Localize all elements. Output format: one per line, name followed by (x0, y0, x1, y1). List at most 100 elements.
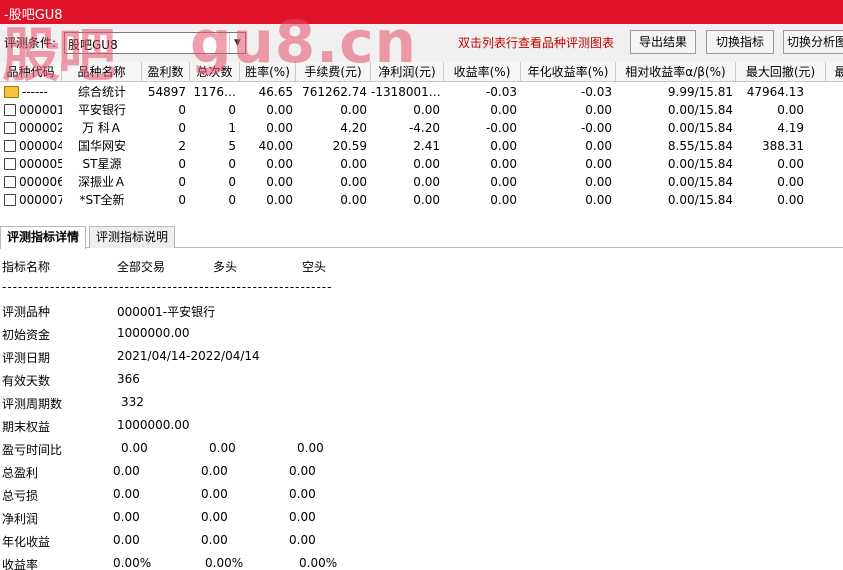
table-cell: 761262.74 (302, 85, 367, 99)
table-cell: 0.00/15.84 (667, 193, 733, 207)
info-value: 2021/04/14-2022/04/14 (117, 349, 260, 363)
stat-label: 收益率 (2, 558, 39, 570)
table-row[interactable]: 000001 平安银行 0 0 0.00 0.00 0.00 0.00 0.00 0.00/15.… (0, 101, 843, 119)
table-cell: 0.00 (585, 175, 612, 189)
table-cell: 0 (178, 175, 186, 189)
table-cell: 0.00 (490, 193, 517, 207)
table-row[interactable]: 000006 深振业Ａ 0 0 0.00 0.00 0.00 0.00 0.00 0.00/15.… (0, 173, 843, 191)
table-cell: -0.03 (485, 85, 517, 99)
table-cell: 0 (228, 103, 236, 117)
table-row[interactable]: 000004 国华网安 2 5 40.00 20.59 2.41 0.00 0.00 8.55/1… (0, 137, 843, 155)
condition-select[interactable]: 股吧GU8 ▼ (64, 32, 246, 54)
stat-value-long: 0.00 (201, 464, 228, 478)
table-cell: 平安银行 (77, 103, 126, 117)
stat-value-short: 0.00 (289, 464, 316, 478)
table-cell: 8.55/15.84 (667, 139, 733, 153)
window-title: -股吧GU8 (4, 8, 63, 23)
info-label: 评测日期 (2, 351, 51, 365)
stat-label: 总亏损 (2, 489, 39, 503)
code-text: 000004 (19, 139, 62, 153)
column-header[interactable]: 净利润(元) (371, 62, 444, 82)
stat-value-all: 0.00 (113, 510, 140, 524)
info-label: 评测周期数 (2, 397, 63, 411)
stat-value-short: 0.00 (297, 441, 324, 455)
document-icon (4, 140, 16, 152)
table-cell: 0.00/15.84 (667, 157, 733, 171)
table-cell: 0.00 (585, 193, 612, 207)
column-header[interactable]: 总次数 (190, 62, 240, 82)
table-cell: 0.00 (340, 103, 367, 117)
column-header[interactable]: 品种代码 (0, 62, 62, 82)
column-header[interactable]: 胜率(%) (240, 62, 296, 82)
stat-value-long: 0.00 (201, 510, 228, 524)
stat-label: 年化收益 (2, 535, 51, 549)
table-cell: 40.00 (258, 139, 293, 153)
column-header[interactable]: 盈利数 (142, 62, 190, 82)
toolbar: 评测条件: 股吧GU8 ▼ 双击列表行查看品种评测图表 导出结果 切换指标 切换… (0, 24, 843, 62)
document-icon (4, 122, 16, 134)
switch-indicator-button[interactable]: 切换指标 (706, 30, 774, 54)
stat-value-long: 0.00 (201, 487, 228, 501)
info-label: 评测品种 (2, 305, 51, 319)
table-cell: 5 (228, 139, 236, 153)
table-row[interactable]: 000002 万 科Ａ 0 1 0.00 4.20 -4.20 -0.00 -0.00 0.00/… (0, 119, 843, 137)
table-cell: 0.00/15.84 (667, 103, 733, 117)
column-header[interactable]: 最 (826, 62, 843, 82)
table-row[interactable]: 000005 ST星源 0 0 0.00 0.00 0.00 0.00 0.00 0.00/15.… (0, 155, 843, 173)
stat-label: 总盈利 (2, 466, 39, 480)
code-cell: 000006 (0, 173, 62, 191)
stat-value-all: 0.00 (121, 441, 148, 455)
document-icon (4, 176, 16, 188)
column-header[interactable]: 年化收益率(%) (521, 62, 616, 82)
document-icon (4, 194, 16, 206)
table-row[interactable]: 000007 *ST全新 0 0 0.00 0.00 0.00 0.00 0.00 0.00/15… (0, 191, 843, 209)
table-cell: 0.00 (413, 157, 440, 171)
table-cell: 国华网安 (77, 139, 126, 153)
code-text: 000006 (19, 175, 62, 189)
table-header: 品种代码 品种名称 盈利数 总次数 胜率(%) 手续费(元) 净利润(元) 收益率(%) 年化收… (0, 62, 843, 82)
table-cell: 47964.13 (746, 85, 804, 99)
table-cell: 1 (228, 121, 236, 135)
table-cell: 0.00 (266, 175, 293, 189)
table-cell: 0.00 (413, 103, 440, 117)
table-cell: 0 (228, 175, 236, 189)
stat-value-all: 0.00% (113, 556, 152, 570)
table-cell: 20.59 (332, 139, 367, 153)
switch-analysis-chart-button[interactable]: 切换分析图 (783, 30, 843, 54)
stat-value-all: 0.00 (113, 487, 140, 501)
title-bar: -股吧GU8 (0, 0, 843, 24)
column-header[interactable]: 收益率(%) (444, 62, 521, 82)
table-cell: 46.65 (258, 85, 293, 99)
results-table[interactable]: 品种代码 品种名称 盈利数 总次数 胜率(%) 手续费(元) 净利润(元) 收益率(%) 年化收… (0, 62, 843, 216)
table-cell: 0.00 (585, 139, 612, 153)
detail-header-short: 空头 (302, 260, 327, 274)
column-header[interactable]: 相对收益率α/β(%) (616, 62, 736, 82)
table-cell: 0 (178, 121, 186, 135)
table-cell: 2 (178, 139, 186, 153)
table-cell: ST星源 (82, 157, 122, 171)
column-header[interactable]: 品种名称 (62, 62, 142, 82)
code-cell: 000005 (0, 155, 62, 173)
export-results-button[interactable]: 导出结果 (630, 30, 696, 54)
table-cell: 0.00 (777, 157, 804, 171)
stat-label: 净利润 (2, 512, 39, 526)
column-header[interactable]: 最大回撤(元) (736, 62, 826, 82)
table-row[interactable]: ------ 综合统计 54897 1176… 46.65 761262.74 -13180… (0, 83, 843, 101)
table-cell: 0.00 (340, 157, 367, 171)
table-cell: 0.00/15.84 (667, 175, 733, 189)
stat-value-short: 0.00 (289, 510, 316, 524)
stat-value-short: 0.00 (289, 487, 316, 501)
table-cell: 0.00 (490, 157, 517, 171)
detail-header-long: 多头 (213, 260, 238, 274)
chevron-down-icon[interactable]: ▼ (229, 33, 245, 53)
condition-label: 评测条件: (4, 36, 57, 50)
code-cell: ------ (0, 83, 62, 101)
tab-indicator-explanation[interactable]: 评测指标说明 (89, 226, 176, 248)
tab-indicator-details[interactable]: 评测指标详情 (0, 226, 87, 249)
table-cell: 388.31 (762, 139, 804, 153)
table-cell: 0 (228, 193, 236, 207)
table-cell: 0.00 (340, 175, 367, 189)
table-cell: -1318001… (371, 85, 441, 99)
info-value: 1000000.00 (117, 326, 190, 340)
column-header[interactable]: 手续费(元) (296, 62, 371, 82)
